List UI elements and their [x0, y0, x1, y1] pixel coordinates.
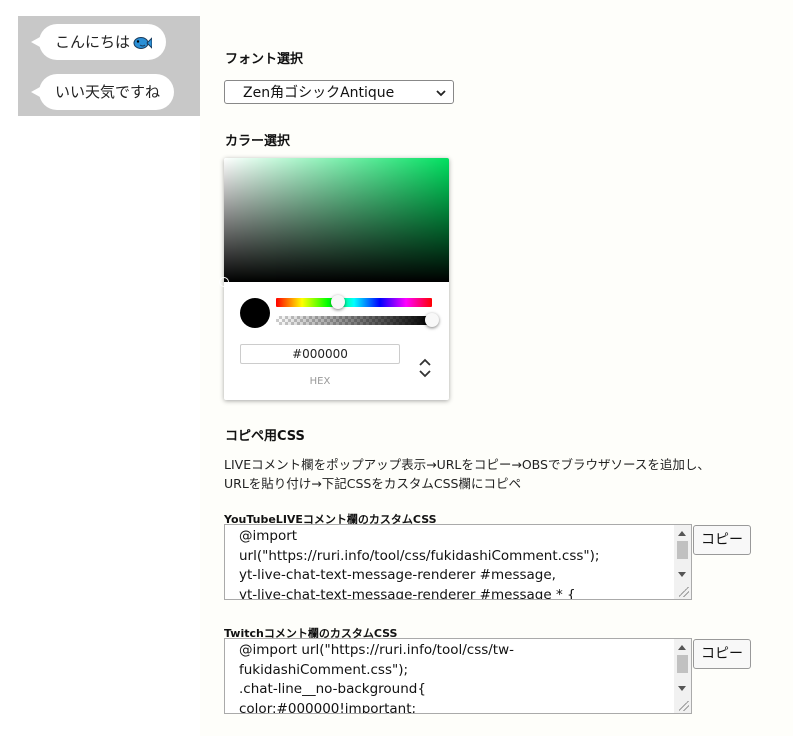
font-select-heading: フォント選択 — [225, 52, 304, 67]
alpha-slider-handle[interactable] — [425, 313, 439, 327]
preview-message-1: こんにちは — [55, 33, 131, 51]
hue-slider[interactable] — [276, 298, 432, 307]
scroll-down-icon[interactable] — [678, 572, 686, 577]
youtube-css-textarea[interactable]: @import url("https://ruri.info/tool/css/… — [224, 524, 692, 600]
twitch-css-code: @import url("https://ruri.info/tool/css/… — [239, 642, 515, 714]
preview-message-2: いい天気ですね — [55, 83, 161, 101]
comment-preview: こんにちは いい天気ですね — [18, 16, 200, 116]
youtube-css-code: @import url("https://ruri.info/tool/css/… — [239, 528, 600, 600]
resize-grip-icon[interactable] — [679, 701, 689, 711]
format-toggle-icon[interactable] — [417, 356, 433, 380]
scrollbar-thumb[interactable] — [677, 655, 688, 673]
resize-grip-icon[interactable] — [679, 587, 689, 597]
saturation-area[interactable] — [224, 158, 449, 282]
css-description: LIVEコメント欄をポップアップ表示→URLをコピー→OBSでブラウザソースを追… — [224, 455, 710, 493]
css-description-line: LIVEコメント欄をポップアップ表示→URLをコピー→OBSでブラウザソースを追… — [224, 457, 710, 472]
preview-bubble: こんにちは — [30, 24, 167, 60]
fish-icon — [132, 28, 153, 64]
hex-label: HEX — [309, 376, 331, 387]
chevron-down-icon — [435, 81, 447, 114]
css-description-line: URLを貼り付け→下記CSSをカスタムCSS欄にコピペ — [224, 476, 521, 491]
youtube-copy-button[interactable]: コピー — [693, 525, 751, 555]
scroll-up-icon[interactable] — [678, 531, 686, 536]
scrollbar-thumb[interactable] — [677, 541, 688, 559]
css-heading: コピペ用CSS — [225, 429, 305, 444]
preview-bubble: いい天気ですね — [30, 74, 175, 110]
alpha-slider[interactable] — [276, 316, 432, 325]
color-picker: #000000 HEX — [219, 158, 449, 400]
font-select[interactable]: Zen角ゴシックAntique — [224, 80, 454, 104]
color-select-heading: カラー選択 — [225, 134, 291, 149]
scroll-up-icon[interactable] — [678, 645, 686, 650]
twitch-copy-button[interactable]: コピー — [693, 639, 751, 669]
scroll-down-icon[interactable] — [678, 686, 686, 691]
font-select-value: Zen角ゴシックAntique — [243, 85, 395, 101]
hex-input[interactable]: #000000 — [240, 344, 400, 364]
color-swatch — [240, 298, 270, 328]
twitch-css-textarea[interactable]: @import url("https://ruri.info/tool/css/… — [224, 638, 692, 714]
saturation-handle[interactable] — [219, 277, 229, 287]
